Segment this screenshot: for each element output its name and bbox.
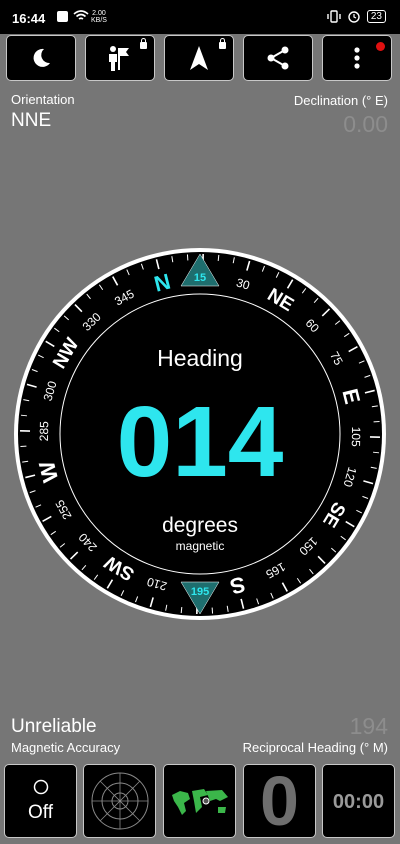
radar-view-button[interactable]: [83, 764, 156, 838]
compass-tick: [20, 414, 28, 417]
moon-icon: [33, 48, 50, 67]
net-speed-value: 2.00: [92, 10, 106, 17]
level-digit-button[interactable]: 0: [243, 764, 316, 838]
compass-dial: 306075105120150165210255240285300330345 …: [14, 248, 386, 620]
orientation-value: NNE: [11, 110, 52, 131]
share-icon: [267, 46, 289, 70]
top-toolbar: [6, 35, 394, 83]
heading-unit: degrees: [162, 514, 238, 537]
status-time: 16:44: [12, 11, 46, 26]
net-speed-unit: KB/S: [91, 17, 107, 24]
timer-value: 00:00: [332, 791, 385, 813]
alarm-icon: [348, 11, 360, 23]
circle-icon: [33, 779, 49, 795]
share-button[interactable]: [243, 35, 313, 81]
heading-value: 014: [117, 386, 284, 498]
heading-marker-top-value: 15: [194, 272, 206, 284]
status-bar: 16:44 2.00 KB/S 23: [0, 0, 400, 34]
map-guide-button[interactable]: [85, 35, 155, 81]
compass-tick: [180, 606, 183, 614]
reciprocal-heading-label: Reciprocal Heading (° M): [242, 740, 388, 755]
vibrate-icon: [327, 10, 341, 23]
more-menu-button[interactable]: [322, 35, 392, 81]
timer-button[interactable]: 00:00: [322, 764, 395, 838]
night-mode-button[interactable]: [6, 35, 76, 81]
notification-badge: [376, 42, 385, 51]
compass-tick: [217, 254, 220, 262]
level-digit: 0: [260, 764, 299, 838]
arrow-up-icon: [190, 46, 208, 70]
compass-degree-label: 105: [349, 427, 363, 448]
reciprocal-heading-value: 194: [349, 713, 388, 739]
battery-indicator: 23: [366, 10, 386, 23]
declination-value[interactable]: 0.00: [343, 111, 388, 138]
person-flag-icon: [109, 46, 129, 71]
magnetic-accuracy-value: Unreliable: [11, 716, 97, 737]
navigation-button[interactable]: [164, 35, 234, 81]
heading-label: Heading: [157, 345, 243, 371]
sensor-toggle-button[interactable]: Off: [4, 764, 77, 838]
radar-icon: [91, 772, 149, 830]
wifi-icon: [73, 10, 89, 20]
compass-degree-label: 285: [37, 421, 51, 442]
bottom-toolbar: Off 0 00:00: [4, 764, 396, 840]
lock-icon: [219, 38, 226, 49]
world-map-icon: [172, 789, 228, 815]
network-speed: 2.00 KB/S: [91, 10, 107, 24]
sensor-toggle-label: Off: [28, 802, 53, 823]
orientation-label: Orientation: [11, 92, 75, 107]
magnetic-accuracy-label: Magnetic Accuracy: [11, 740, 121, 755]
vertical-dots-icon: [354, 47, 360, 69]
world-map-button[interactable]: [163, 764, 236, 838]
lock-icon: [140, 38, 147, 49]
notification-icon: [57, 11, 68, 22]
compass-tick: [372, 451, 380, 454]
heading-reference: magnetic: [176, 539, 225, 553]
declination-label: Declination (° E): [293, 93, 388, 108]
heading-marker-bottom-value: 195: [191, 586, 209, 598]
